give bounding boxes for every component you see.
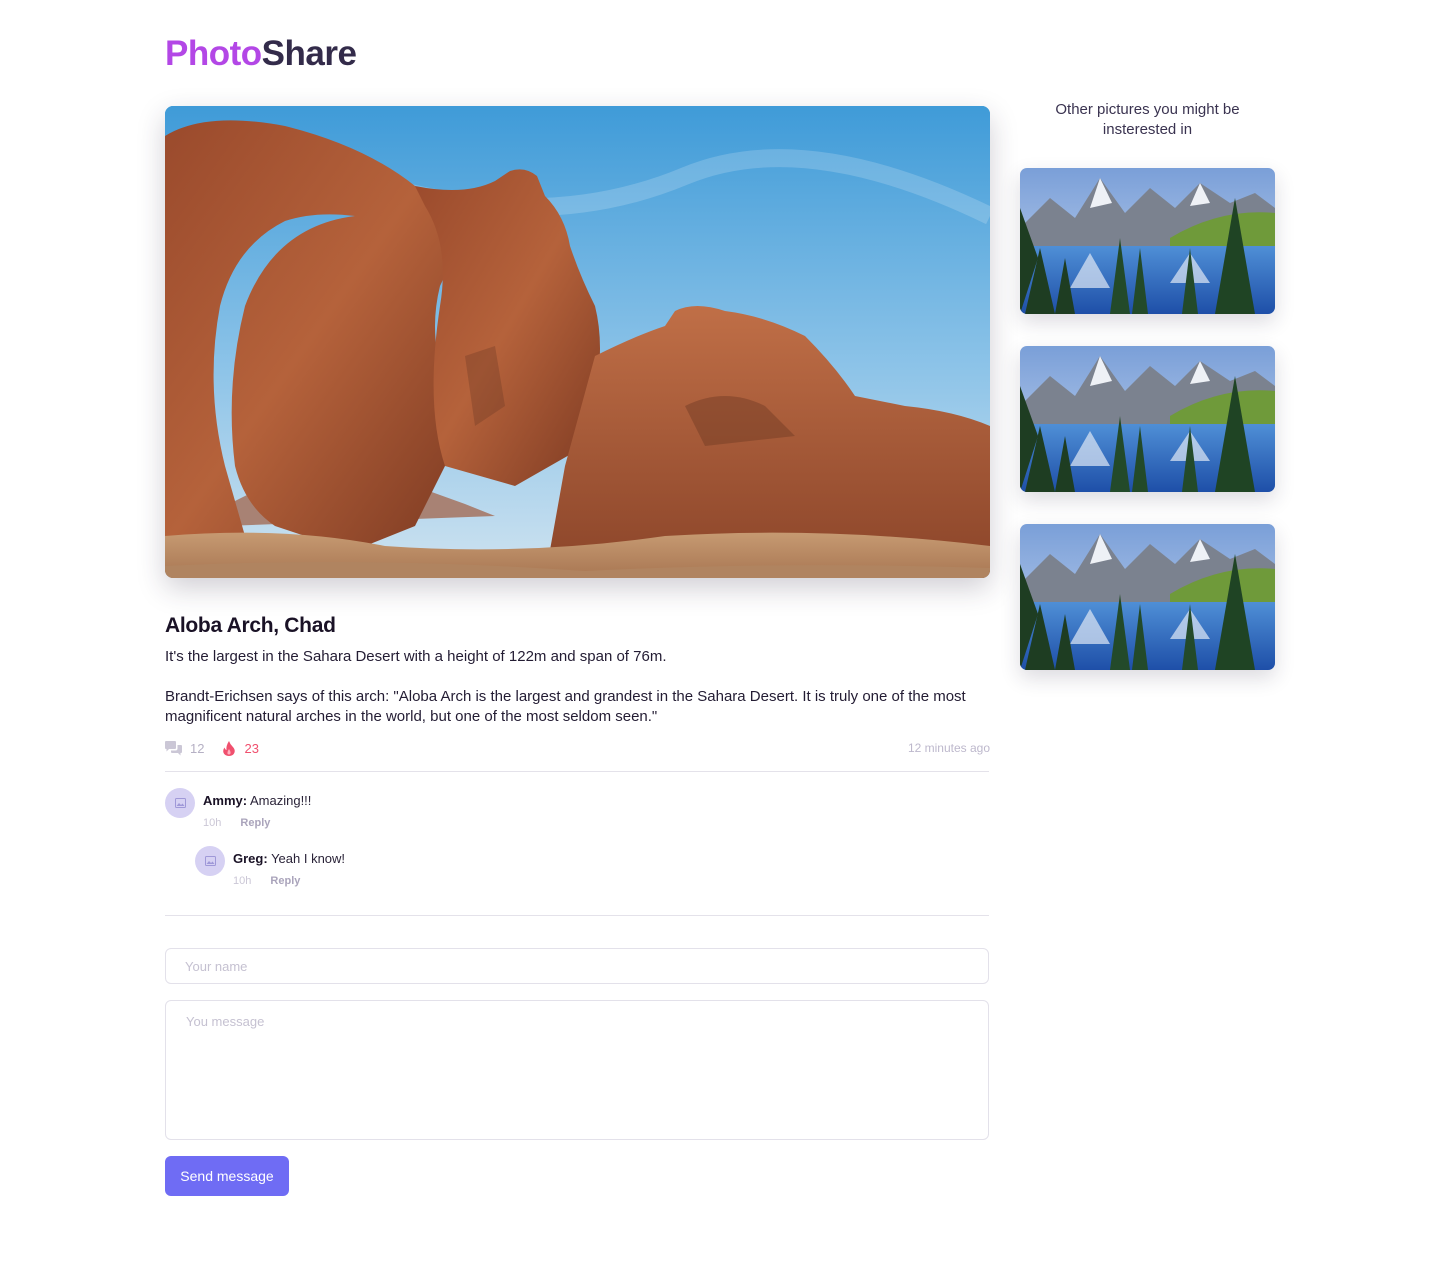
image-placeholder-icon (174, 798, 186, 808)
comment-actions: 10h Reply (203, 816, 311, 830)
image-placeholder-icon (204, 856, 216, 866)
related-picture[interactable] (1020, 168, 1275, 314)
post-meta: 12 23 12 minutes ago (165, 740, 990, 756)
related-picture[interactable] (1020, 524, 1275, 670)
likes-count: 23 (244, 740, 259, 756)
comment-age: 10h (203, 817, 222, 829)
sidebar-title: Other pictures you might be insterested … (1055, 101, 1240, 138)
comment-author: Greg: (233, 851, 268, 866)
name-input[interactable] (165, 948, 989, 984)
message-input[interactable] (165, 1000, 989, 1140)
logo-part-share: Share (261, 34, 357, 73)
comment-line: Greg: Yeah I know! (233, 850, 345, 867)
related-picture-graphic (1020, 346, 1275, 492)
post-column: Aloba Arch, Chad It's the largest in the… (165, 106, 990, 1196)
comment-author: Ammy: (203, 793, 248, 808)
post-title: Aloba Arch, Chad (165, 614, 336, 637)
post-image-graphic (165, 106, 990, 578)
post-image (165, 106, 990, 578)
comment-line: Ammy: Amazing!!! (203, 792, 311, 809)
comment-body: Ammy: Amazing!!! 10h Reply (203, 788, 311, 830)
send-message-button[interactable]: Send message (165, 1156, 289, 1196)
comment-text: Yeah I know! (271, 851, 346, 866)
related-picture-graphic (1020, 168, 1275, 314)
flame-icon[interactable] (222, 740, 236, 756)
avatar (195, 846, 225, 876)
comment-item: Ammy: Amazing!!! 10h Reply (165, 788, 990, 830)
divider (165, 771, 989, 772)
reply-button[interactable]: Reply (270, 875, 300, 887)
comments-icon[interactable] (165, 740, 182, 756)
comment-actions: 10h Reply (233, 874, 345, 888)
logo-part-photo: Photo (165, 34, 262, 73)
comment-item-reply: Greg: Yeah I know! 10h Reply (195, 846, 990, 888)
comment-age: 10h (233, 875, 252, 887)
post-description: It's the largest in the Sahara Desert wi… (165, 648, 667, 665)
page: PhotoShare Aloba Arch, Chad It's the lar… (0, 0, 1440, 1266)
comment-body: Greg: Yeah I know! 10h Reply (233, 846, 345, 888)
posted-time: 12 minutes ago (907, 741, 990, 755)
comments-count: 12 (190, 740, 205, 756)
post-quote: Brandt-Erichsen says of this arch: "Alob… (165, 688, 966, 725)
related-picture[interactable] (1020, 346, 1275, 492)
related-picture-graphic (1020, 524, 1275, 670)
reply-button[interactable]: Reply (240, 817, 270, 829)
divider (165, 915, 989, 916)
comment-text: Amazing!!! (249, 793, 312, 808)
related-sidebar: Other pictures you might be insterested … (1020, 100, 1275, 670)
avatar (165, 788, 195, 818)
logo[interactable]: PhotoShare (165, 34, 357, 74)
